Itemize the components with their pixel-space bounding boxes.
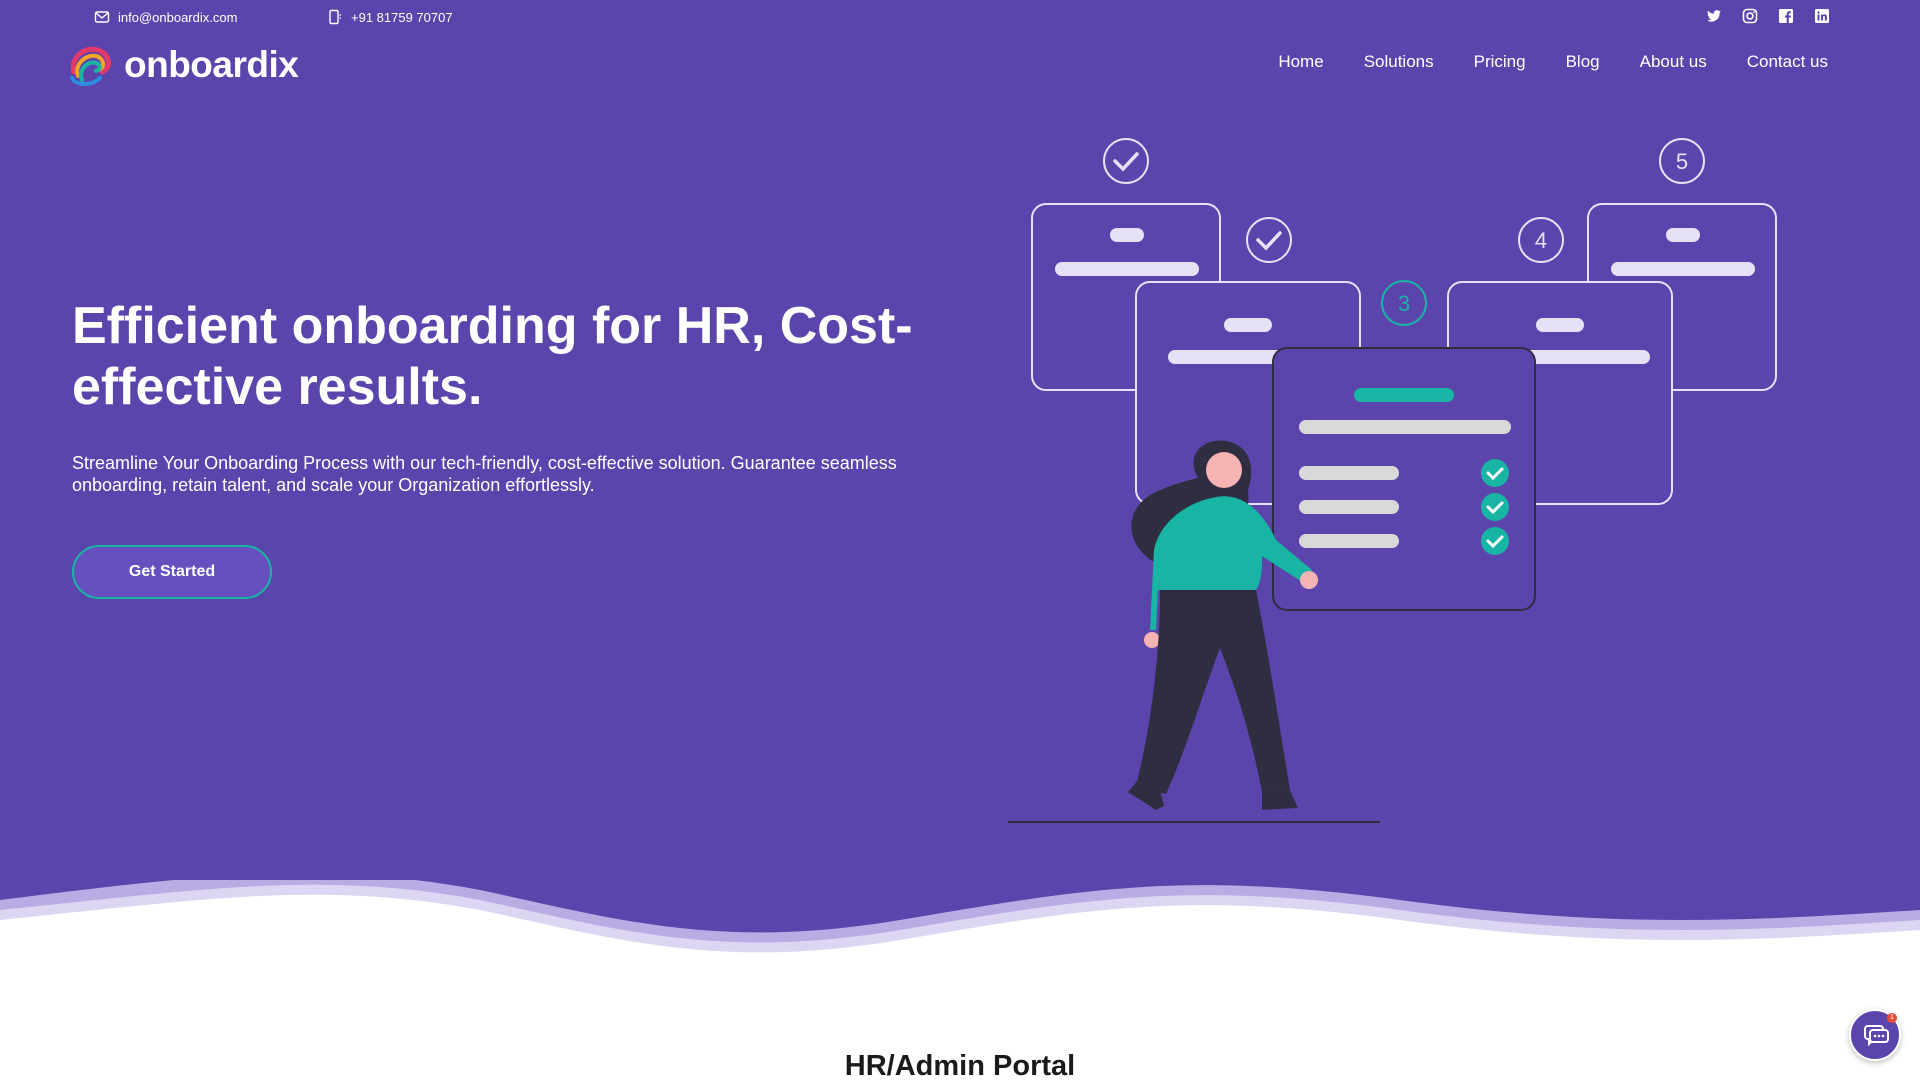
brand-name: onboardix [124, 44, 299, 85]
step-3-label: 3 [1398, 291, 1410, 316]
step-5-label: 5 [1676, 149, 1688, 174]
nav-about[interactable]: About us [1640, 52, 1707, 72]
chat-notification-badge: 1 [1887, 1013, 1897, 1023]
phone-text: +91 81759 70707 [351, 9, 453, 25]
top-bar: info@onboardix.com +91 81759 70707 [0, 0, 1920, 34]
mail-icon [94, 11, 110, 23]
nav-contact[interactable]: Contact us [1747, 52, 1828, 72]
nav-solutions[interactable]: Solutions [1364, 52, 1434, 72]
chat-icon [1864, 1025, 1889, 1047]
phone-icon [329, 9, 341, 25]
logo-swirl-icon [70, 46, 111, 86]
step-4-label: 4 [1535, 228, 1547, 253]
nav-home[interactable]: Home [1278, 52, 1323, 72]
section-title: HR/Admin Portal [844, 1050, 1076, 1080]
brand-logo[interactable]: onboardix [66, 42, 299, 88]
main-nav: Home Solutions Pricing Blog About us Con… [1278, 52, 1828, 72]
instagram-icon[interactable] [1742, 8, 1758, 24]
social-links [1706, 8, 1830, 24]
onboarding-illustration: 3 4 5 [1008, 138, 1777, 823]
contact-phone[interactable]: +91 81759 70707 [327, 9, 453, 25]
nav-blog[interactable]: Blog [1566, 52, 1600, 72]
hero-section: info@onboardix.com +91 81759 70707 onboa… [0, 0, 1920, 1000]
hero-title: Efficient onboarding for HR, Cost-effect… [72, 297, 913, 416]
twitter-icon[interactable] [1706, 8, 1722, 24]
get-started-button[interactable]: Get Started [72, 545, 272, 599]
hero-subtitle: Streamline Your Onboarding Process with … [72, 453, 897, 495]
email-text: info@onboardix.com [118, 9, 238, 25]
facebook-icon[interactable] [1778, 8, 1794, 24]
nav-pricing[interactable]: Pricing [1474, 52, 1526, 72]
contact-email[interactable]: info@onboardix.com [94, 9, 237, 25]
chat-button[interactable]: 1 [1849, 1009, 1901, 1061]
linkedin-icon[interactable] [1814, 8, 1830, 24]
